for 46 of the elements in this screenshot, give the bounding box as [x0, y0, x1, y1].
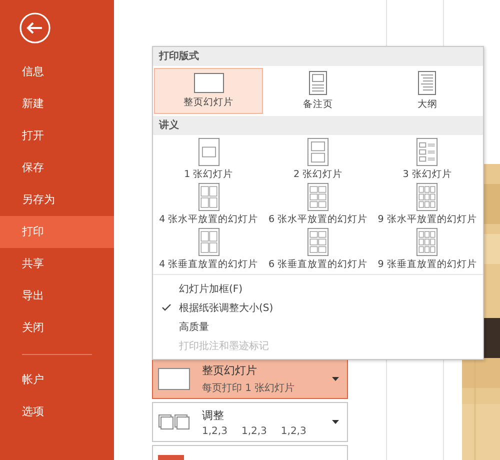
sidebar-item[interactable]: 新建	[0, 88, 114, 120]
menu-option[interactable]: 根据纸张调整大小(S)	[153, 298, 483, 317]
menu-option[interactable]: 高质量	[153, 317, 483, 336]
handout-option[interactable]: 3 张幻灯片	[372, 137, 482, 182]
handout-option[interactable]: 9 张水平放置的幻灯片	[372, 182, 482, 227]
print-setting-dropdown[interactable]: 调整 1,2,3 1,2,3 1,2,3	[152, 402, 348, 442]
sidebar-item[interactable]: 导出	[0, 280, 114, 312]
layout-option[interactable]: 大纲	[372, 68, 482, 114]
handout-page-icon	[415, 228, 440, 256]
sidebar-item[interactable]: 另存为	[0, 184, 114, 216]
caret-icon	[332, 420, 339, 424]
outline-page-icon	[418, 71, 436, 95]
layout-option[interactable]: 备注页	[263, 68, 373, 114]
handout-page-icon	[196, 138, 221, 166]
handout-option[interactable]: 1 张幻灯片	[154, 137, 264, 182]
slide-icon	[158, 368, 190, 390]
handout-option[interactable]: 4 张水平放置的幻灯片	[154, 182, 264, 227]
sidebar-item[interactable]: 保存	[0, 152, 114, 184]
menu-option[interactable]: 幻灯片加框(F)	[153, 279, 483, 298]
sidebar-item[interactable]: 关闭	[0, 312, 114, 344]
notes-page-icon	[308, 71, 327, 95]
back-icon[interactable]	[19, 12, 51, 44]
handout-option[interactable]: 6 张垂直放置的幻灯片	[263, 227, 373, 272]
section-header: 打印版式	[153, 47, 483, 66]
handout-page-icon	[415, 183, 440, 211]
handout-page-icon	[306, 183, 330, 211]
checkmark-icon	[162, 304, 170, 311]
sidebar-item[interactable]: 打开	[0, 120, 114, 152]
sidebar-item[interactable]: 帐户	[0, 364, 114, 396]
handout-page-icon	[306, 228, 330, 256]
section-header: 讲义	[153, 116, 483, 135]
handout-page-icon	[196, 228, 221, 256]
handout-page-icon	[196, 183, 221, 211]
sidebar-item[interactable]: 信息	[0, 56, 114, 88]
handout-option[interactable]: 2 张幻灯片	[263, 137, 373, 182]
handout-page-icon	[306, 138, 330, 166]
sidebar-item[interactable]: 共享	[0, 248, 114, 280]
layout-option[interactable]: 整页幻灯片	[154, 68, 264, 114]
handout-option[interactable]: 9 张垂直放置的幻灯片	[372, 227, 482, 272]
handout-option[interactable]: 4 张垂直放置的幻灯片	[154, 227, 264, 272]
handout-page-icon	[415, 138, 440, 166]
caret-icon	[332, 377, 339, 381]
sidebar-item[interactable]: 选项	[0, 396, 114, 428]
print-setting-dropdown[interactable]: 整页幻灯片 每页打印 1 张幻灯片	[152, 359, 348, 399]
handout-option[interactable]: 6 张水平放置的幻灯片	[263, 182, 373, 227]
slide-icon	[194, 73, 224, 93]
